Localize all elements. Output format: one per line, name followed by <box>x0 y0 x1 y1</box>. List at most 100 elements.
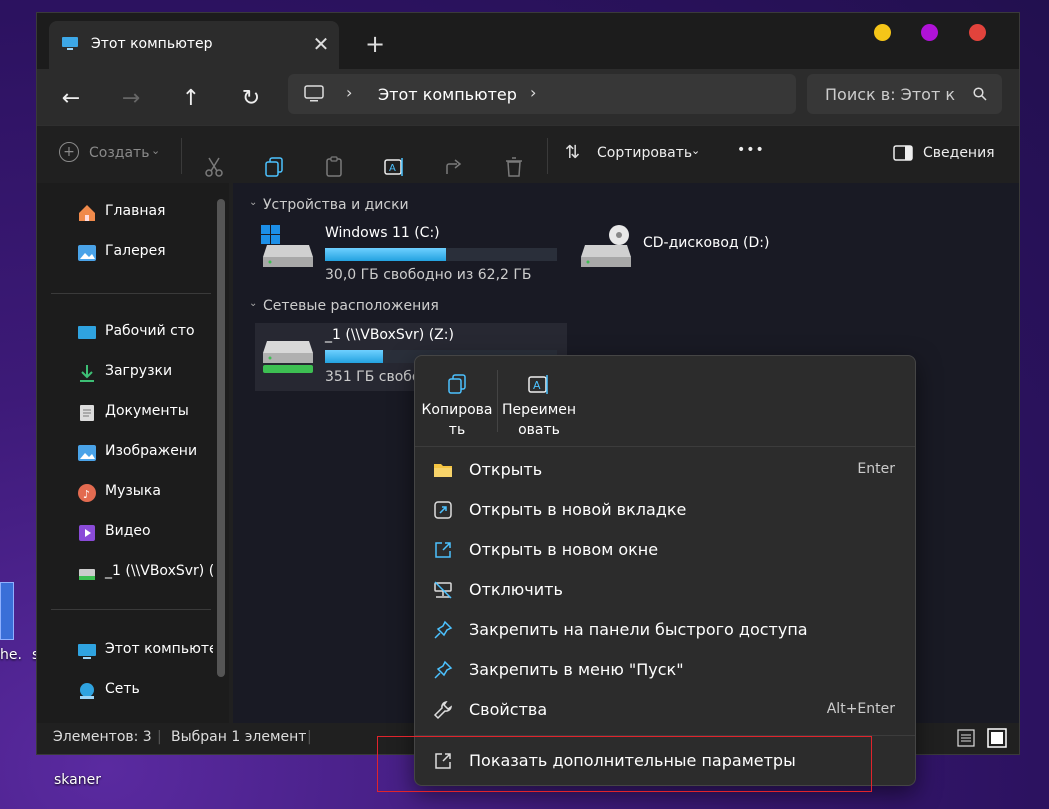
status-divider: | <box>157 729 162 745</box>
ctx-open[interactable]: Открыть Enter <box>415 450 915 490</box>
toolbar-divider <box>181 138 182 174</box>
new-tab-icon <box>434 501 452 519</box>
shortcut-text: Enter <box>857 461 895 477</box>
yellow-dot-icon[interactable] <box>874 24 891 41</box>
plus-icon: + <box>59 142 79 162</box>
sidebar-scrollbar[interactable] <box>217 199 225 677</box>
new-window-icon <box>435 542 451 558</box>
ctx-open-new-tab[interactable]: Открыть в новой вкладке <box>415 490 915 530</box>
sidebar-item-documents[interactable]: Документы 📌 <box>77 401 253 425</box>
context-menu: Копировать A Переименовать Открыть Enter… <box>414 355 916 786</box>
drive-z-usage-fill <box>325 350 383 363</box>
delete-icon[interactable] <box>503 156 525 178</box>
red-dot-icon[interactable] <box>969 24 986 41</box>
ctx-pin-quick-access[interactable]: Закрепить на панели быстрого доступа <box>415 610 915 650</box>
tab-this-pc[interactable]: Этот компьютер ✕ <box>49 21 339 69</box>
sidebar-item-downloads[interactable]: Загрузки 📌 <box>77 361 253 385</box>
drive-d-name: CD-дисковод (D:) <box>643 235 770 251</box>
search-input[interactable]: Поиск в: Этот к <box>807 74 1002 114</box>
close-tab-icon[interactable]: ✕ <box>307 30 335 58</box>
cut-icon[interactable] <box>203 156 225 178</box>
video-icon <box>79 525 95 541</box>
purple-dot-icon[interactable] <box>921 24 938 41</box>
desktop-icon <box>78 326 96 339</box>
selection-count: Выбран 1 элемент <box>171 729 307 745</box>
rename-button[interactable]: A Переименовать <box>499 366 579 444</box>
download-icon <box>80 365 94 382</box>
rename-icon[interactable]: A <box>383 156 405 178</box>
network-drive-icon <box>263 341 313 373</box>
sidebar-item-gallery[interactable]: Галерея <box>77 241 213 265</box>
chevron-down-icon[interactable]: ⌄ <box>249 298 257 309</box>
more-options-button[interactable]: ••• <box>737 142 765 164</box>
section-header-devices[interactable]: ⌄ Устройства и диски <box>249 197 409 213</box>
sidebar-divider <box>51 609 211 610</box>
pin-icon <box>434 620 453 639</box>
copy-icon[interactable] <box>263 156 285 178</box>
section-header-network[interactable]: ⌄ Сетевые расположения <box>249 298 439 314</box>
sidebar-item-this-pc[interactable]: Этот компьютер <box>77 639 213 663</box>
desktop-icon-label-fragment: he. <box>0 647 22 663</box>
sidebar-item-network-drive[interactable]: _1 (\\VBoxSvr) (Z <box>77 561 213 585</box>
chevron-down-icon: ⌄ <box>691 144 701 157</box>
sidebar-item-network[interactable]: Сеть <box>77 679 213 703</box>
ctx-pin-start[interactable]: Закрепить в меню "Пуск" <box>415 650 915 690</box>
refresh-button[interactable]: ↻ <box>233 81 269 117</box>
computer-icon <box>304 85 324 102</box>
sidebar-item-music[interactable]: ♪ Музыка 📌 <box>77 481 253 505</box>
music-icon: ♪ <box>78 484 96 502</box>
forward-button[interactable]: → <box>113 81 149 117</box>
sidebar-item-desktop[interactable]: Рабочий сто 📌 <box>77 321 253 345</box>
new-tab-button[interactable]: + <box>359 30 391 62</box>
address-crumb[interactable]: Этот компьютер <box>378 85 517 104</box>
back-button[interactable]: ← <box>53 81 89 117</box>
pictures-icon <box>78 445 96 461</box>
copy-button[interactable]: Копировать <box>417 366 497 444</box>
gallery-icon <box>78 245 96 261</box>
details-view-icon[interactable] <box>957 729 975 747</box>
rename-icon: A <box>528 375 548 394</box>
address-bar[interactable]: › Этот компьютер › <box>288 74 796 114</box>
chevron-down-icon[interactable]: ⌄ <box>249 197 257 208</box>
svg-text:A: A <box>389 163 396 174</box>
command-bar: + Создать ⌄ A ⇅ Сортировать ⌄ ••• Сведен… <box>37 125 1019 184</box>
network-drive-icon <box>79 569 95 580</box>
desktop-icon-label-skaner[interactable]: skaner <box>54 772 101 788</box>
sidebar-item-video[interactable]: Видео 📌 <box>77 521 253 545</box>
search-icon[interactable] <box>973 87 987 101</box>
paste-icon[interactable] <box>323 156 345 178</box>
drive-c-usage-fill <box>325 248 446 261</box>
ctx-properties[interactable]: Свойства Alt+Enter <box>415 690 915 730</box>
cd-drive-icon <box>581 225 631 267</box>
tab-title: Этот компьютер <box>91 36 213 52</box>
create-label: Создать <box>89 145 150 161</box>
home-icon <box>79 205 95 221</box>
status-divider: | <box>307 729 312 745</box>
sidebar-divider <box>51 293 211 294</box>
highlight-annotation <box>377 736 872 792</box>
navigation-bar: ← → ↑ ↻ › Этот компьютер › Поиск в: Этот… <box>37 69 1019 125</box>
drive-c-info: 30,0 ГБ свободно из 62,2 ГБ <box>325 267 532 283</box>
sidebar-item-pictures[interactable]: Изображени 📌 <box>77 441 253 465</box>
tiles-view-icon[interactable] <box>987 728 1007 748</box>
ctx-open-new-window[interactable]: Открыть в новом окне <box>415 530 915 570</box>
toolbar-divider <box>547 138 548 174</box>
share-icon[interactable] <box>443 156 465 178</box>
sidebar-item-home[interactable]: Главная <box>77 201 213 225</box>
title-bar: Этот компьютер ✕ + <box>37 13 1019 69</box>
chevron-right-icon[interactable]: › <box>346 83 352 102</box>
copy-icon <box>448 374 466 394</box>
drive-z-info: 351 ГБ свобо <box>325 369 421 385</box>
drive-c-usage-bar <box>325 248 557 261</box>
chevron-right-icon[interactable]: › <box>530 83 536 102</box>
monitor-icon <box>62 37 78 50</box>
folder-icon <box>434 464 452 477</box>
computer-icon <box>78 644 96 659</box>
up-button[interactable]: ↑ <box>173 81 209 117</box>
ctx-disconnect[interactable]: Отключить <box>415 570 915 610</box>
desktop-icon-fragment[interactable] <box>0 582 14 640</box>
navigation-pane: Главная Галерея Рабочий сто 📌 Загрузки 📌… <box>37 183 250 723</box>
ctx-top-divider <box>497 370 498 432</box>
chevron-down-icon: ⌄ <box>151 144 161 157</box>
windows-drive-icon <box>261 225 313 267</box>
